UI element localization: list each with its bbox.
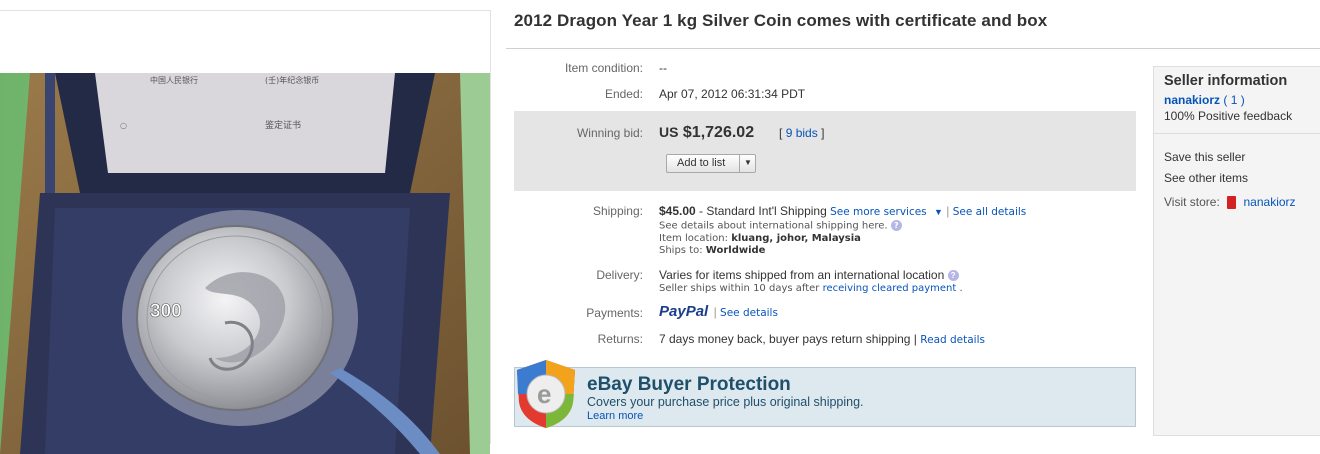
store-icon [1227,196,1237,210]
item-location-label: Item location: [659,233,728,244]
see-all-details-link[interactable]: See all details [953,206,1027,218]
condition-value: -- [659,61,667,75]
bid-history-link[interactable]: 9 bids [786,126,818,140]
delivery-label: Delivery: [596,268,643,282]
shipping-summary: $45.00 - Standard Int'l Shipping See mor… [659,204,1026,218]
returns-label: Returns: [597,332,643,346]
item-location-value: kluang, johor, Malaysia [731,233,861,244]
currency-code: US [659,124,679,140]
learn-more-link[interactable]: Learn more [587,410,643,422]
store-name-link[interactable]: nanakiorz [1244,195,1296,209]
ships-to-value: Worldwide [705,245,766,256]
paypal-logo: PayPal [659,303,709,320]
ships-to: Ships to: Worldwide [659,245,765,256]
buyer-protection-title: eBay Buyer Protection [587,374,791,395]
caret-down-icon[interactable]: ▼ [934,207,943,217]
title-divider [506,48,1320,49]
save-seller-link[interactable]: Save this seller [1164,150,1245,164]
seller-info-heading: Seller information [1164,73,1288,89]
svg-text:鉴定证书: 鉴定证书 [265,119,301,131]
other-items-link[interactable]: See other items [1164,171,1248,185]
buyer-protection-subtitle: Covers your purchase price plus original… [587,395,864,409]
add-to-list-button[interactable]: Add to list ▼ [666,154,756,173]
ended-label: Ended: [604,87,643,101]
cleared-payment-link[interactable]: receiving cleared payment [823,283,957,294]
winning-bid-price: US $1,726.02 [659,124,754,142]
price-value: $1,726.02 [682,124,755,141]
seller-username-link[interactable]: nanakiorz [1164,93,1220,107]
link-separator: | [713,305,717,319]
product-photo-panel: 中国人民银行 (壬)年纪念银币 鉴定证书 ○ 300 [0,10,491,454]
delivery-value: Varies for items shipped from an interna… [659,268,959,282]
delivery-text: Varies for items shipped from an interna… [659,268,945,282]
seller-divider [1154,133,1320,134]
bid-count: [ 9 bids ] [779,126,824,140]
delivery-note: Seller ships within 10 days after receiv… [659,283,963,294]
ships-to-label: Ships to: [659,245,703,256]
payments-label: Payments: [586,306,643,320]
svg-text:(壬)年纪念银币: (壬)年纪念银币 [265,75,319,85]
product-photo[interactable]: 中国人民银行 (壬)年纪念银币 鉴定证书 ○ 300 [0,73,490,454]
item-location: Item location: kluang, johor, Malaysia [659,233,861,244]
seller-info-panel: Seller information nanakiorz ( 1 ) 100% … [1153,66,1320,436]
buyer-protection-shield-icon: e [517,360,575,428]
winning-bid-label: Winning bid: [576,126,643,140]
winning-bid-panel [514,111,1136,191]
delivery-note-text: Seller ships within 10 days after [659,283,820,294]
shipping-note-text: See details about international shipping… [659,220,888,232]
returns-details-link[interactable]: Read details [920,334,985,346]
add-to-list-separator [739,155,740,172]
payments-value: PayPal | See details [659,303,778,320]
returns-value: 7 days money back, buyer pays return shi… [659,332,985,346]
bid-count-open: [ [779,126,783,140]
shipping-note: See details about international shipping… [659,220,902,232]
shield-letter: e [537,379,551,409]
shipping-label: Shipping: [592,204,643,218]
shipping-cost: $45.00 [659,204,696,218]
svg-text:中国人民银行: 中国人民银行 [150,75,198,85]
coin-denomination: 300 [150,301,182,322]
buyer-protection-banner: e eBay Buyer Protection Covers your purc… [514,360,1136,428]
payment-details-link[interactable]: See details [720,307,778,319]
delivery-note-end: . [959,283,963,294]
bid-count-close: ] [821,126,825,140]
dropdown-arrow-icon[interactable]: ▼ [744,158,752,167]
returns-text: 7 days money back, buyer pays return shi… [659,332,917,346]
svg-text:○: ○ [120,121,127,130]
visit-store-label: Visit store: [1164,195,1220,209]
positive-feedback: 100% Positive feedback [1164,109,1293,123]
see-more-services-link[interactable]: See more services [830,206,927,218]
help-icon[interactable]: ? [890,220,902,231]
add-to-list-label: Add to list [677,157,726,169]
visit-store-line: Visit store: nanakiorz [1164,195,1296,210]
seller-name-line: nanakiorz ( 1 ) [1164,93,1245,107]
link-separator: | [946,204,950,218]
item-title: 2012 Dragon Year 1 kg Silver Coin comes … [514,11,1048,30]
shipping-method: - Standard Int'l Shipping [699,204,827,218]
feedback-score-link[interactable]: ( 1 ) [1223,93,1244,107]
help-icon[interactable]: ? [947,270,959,282]
condition-label: Item condition: [564,61,643,75]
ended-value: Apr 07, 2012 06:31:34 PDT [659,87,806,101]
